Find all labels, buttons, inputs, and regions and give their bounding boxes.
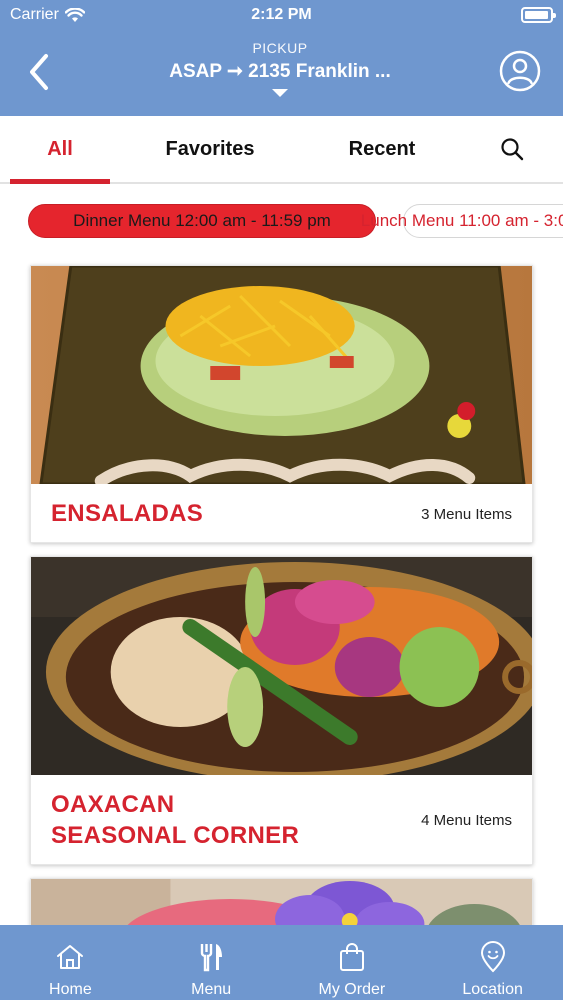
tab-all[interactable]: All <box>10 116 110 184</box>
lunch-menu-chip[interactable]: Lunch Menu 11:00 am - 3:00 pm <box>361 204 563 238</box>
category-title: ENSALADAS <box>51 500 204 527</box>
category-title-line1: OAXACAN <box>51 791 175 818</box>
category-title: OAXACAN SEASONAL CORNER <box>51 789 391 851</box>
tab-favorites[interactable]: Favorites <box>150 116 270 182</box>
shopping-bag-icon <box>339 943 364 971</box>
menu-item-count: 4 Menu Items <box>421 812 512 829</box>
dinner-menu-chip[interactable]: Dinner Menu 12:00 am - 11:59 pm <box>28 204 376 238</box>
menu-item-count: 3 Menu Items <box>421 506 512 523</box>
tab-recent[interactable]: Recent <box>322 116 442 182</box>
filter-tabs: All Favorites Recent <box>0 116 563 184</box>
user-circle-icon <box>499 50 541 92</box>
nav-menu[interactable]: Menu <box>141 925 282 1000</box>
home-icon <box>57 945 84 969</box>
nav-home[interactable]: Home <box>0 925 141 1000</box>
card-footer: ENSALADAS 3 Menu Items <box>31 484 532 542</box>
battery-icon <box>521 7 556 23</box>
search-icon <box>501 138 524 161</box>
nav-label: My Order <box>318 981 386 998</box>
fork-knife-icon <box>200 944 223 972</box>
pickup-summary: ASAP ➞ 2135 Franklin ... <box>140 60 420 83</box>
nav-my-order[interactable]: My Order <box>282 925 423 1000</box>
profile-button[interactable] <box>499 50 541 92</box>
card-footer: OAXACAN SEASONAL CORNER 4 Menu Items <box>31 775 532 864</box>
category-card-ensaladas[interactable]: ENSALADAS 3 Menu Items <box>30 265 533 543</box>
caret-down-icon <box>272 89 288 97</box>
salad-photo <box>31 266 532 484</box>
pickup-address: 2135 Franklin ... <box>248 61 391 82</box>
top-header: Carrier 2:12 PM PICKUP ASAP ➞ 2135 Frank… <box>0 0 563 116</box>
nav-location[interactable]: Location <box>422 925 563 1000</box>
search-button[interactable] <box>488 116 536 182</box>
oaxacan-dish-photo <box>31 557 532 775</box>
status-bar: Carrier 2:12 PM <box>0 0 563 30</box>
chevron-left-icon <box>30 54 48 90</box>
nav-label: Home <box>49 981 92 998</box>
arrow-right-icon: ➞ <box>226 61 243 82</box>
category-title-line2: SEASONAL CORNER <box>51 822 300 849</box>
location-pin-icon <box>480 941 505 973</box>
category-card-oaxacan-seasonal-corner[interactable]: OAXACAN SEASONAL CORNER 4 Menu Items <box>30 556 533 865</box>
clock-time: 2:12 PM <box>251 6 312 23</box>
nav-label: Menu <box>191 981 232 998</box>
nav-label: Location <box>462 981 523 998</box>
bottom-navigation: Home Menu My Order Location <box>0 925 563 1000</box>
pickup-time: ASAP <box>169 61 222 82</box>
pickup-location-selector[interactable]: PICKUP ASAP ➞ 2135 Franklin ... <box>140 40 420 97</box>
menu-selector: Dinner Menu 12:00 am - 11:59 pm Lunch Me… <box>0 204 563 240</box>
pickup-label: PICKUP <box>252 40 308 56</box>
back-button[interactable] <box>22 52 58 92</box>
